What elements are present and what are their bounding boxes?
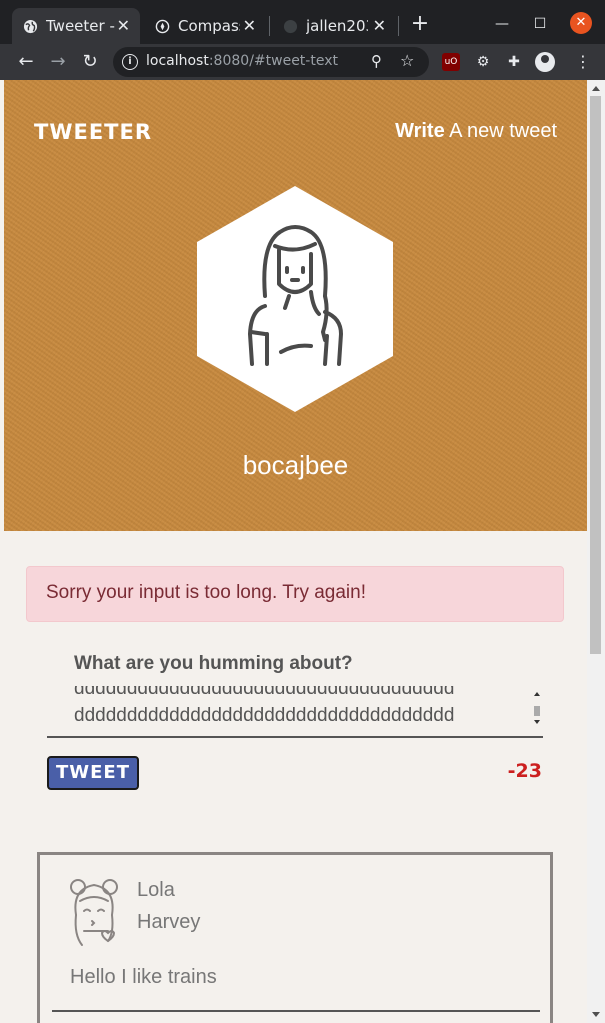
tab-compass[interactable]: Compass ✕	[144, 8, 266, 44]
tweet-text: Hello I like trains	[70, 966, 217, 988]
close-window-button[interactable]: ✕	[570, 12, 592, 34]
close-icon[interactable]: ✕	[117, 16, 130, 35]
tweet-submit-button[interactable]: TWEET	[47, 756, 139, 790]
write-label: Write	[395, 120, 445, 142]
bookmark-star-icon[interactable]: ☆	[400, 51, 414, 70]
tweet-textarea[interactable]: dddddddddddddddddddddddddddddddddddd ddd…	[47, 686, 543, 738]
ublock-icon[interactable]: uO	[442, 53, 460, 71]
globe-icon	[22, 18, 38, 34]
minimize-button[interactable]: —	[490, 12, 514, 36]
error-alert: Sorry your input is too long. Try again!	[26, 566, 564, 622]
url-text: localhost:8080/#tweet-text	[146, 53, 338, 69]
browser-toolbar: ← → ↻ i localhost:8080/#tweet-text ⚲ ☆ u…	[0, 44, 605, 80]
tab-tweeter[interactable]: Tweeter - ✕	[12, 8, 140, 44]
error-message: Sorry your input is too long. Try again!	[46, 582, 366, 603]
maximize-button[interactable]: ☐	[528, 12, 552, 36]
textarea-line: dddddddddddddddddddddddddddddddddddd	[74, 686, 455, 699]
profile-avatar	[195, 184, 395, 418]
zoom-icon[interactable]: ⚲	[371, 52, 382, 70]
menu-kebab-icon[interactable]: ⋮	[575, 51, 591, 73]
tweet-card: Lola Harvey Hello I like trains	[37, 852, 553, 1023]
info-icon[interactable]: i	[122, 54, 138, 70]
tab-divider	[269, 16, 270, 36]
tab-title: jallen203	[306, 17, 368, 35]
tweet-author-last-name: Harvey	[137, 911, 201, 933]
write-subtitle: A new tweet	[444, 120, 557, 142]
tweet-avatar	[68, 875, 124, 955]
back-arrow-icon[interactable]: ←	[14, 50, 38, 74]
gear-icon[interactable]: ⚙	[474, 53, 492, 71]
address-bar[interactable]: i localhost:8080/#tweet-text ⚲ ☆	[113, 47, 429, 77]
tab-github[interactable]: jallen203 ✕	[272, 8, 396, 44]
page-viewport: TWEETER Write A new tweet bocajbee Sorry…	[4, 80, 587, 1023]
profile-avatar-icon[interactable]	[535, 52, 555, 72]
textarea-line: dddddddddddddddddddddddddddddddddddd	[74, 705, 455, 726]
reload-icon[interactable]: ↻	[78, 50, 102, 74]
brand-logo[interactable]: TWEETER	[34, 120, 152, 144]
url-path: :8080/#tweet-text	[208, 53, 338, 69]
new-tab-button[interactable]: +	[408, 12, 432, 36]
compose-prompt-label: What are you humming about?	[74, 653, 353, 674]
extensions-puzzle-icon[interactable]: ✚	[505, 53, 523, 71]
page-scrollbar[interactable]	[587, 80, 605, 1023]
close-icon[interactable]: ✕	[243, 16, 256, 35]
scroll-down-icon[interactable]	[592, 1012, 600, 1017]
scroll-up-icon[interactable]	[592, 86, 600, 91]
tab-title: Compass	[178, 17, 240, 35]
tab-title: Tweeter -	[46, 17, 115, 35]
profile-header: TWEETER Write A new tweet bocajbee	[4, 80, 587, 531]
tab-divider	[398, 16, 399, 36]
compass-icon	[154, 18, 170, 34]
write-new-tweet-link[interactable]: Write A new tweet	[395, 120, 557, 143]
tweet-author-name: Lola Harvey	[137, 874, 200, 938]
browser-tabstrip: Tweeter - ✕ Compass ✕ jallen203 ✕ + — ☐ …	[0, 0, 605, 44]
textarea-scrollbar[interactable]	[533, 690, 541, 730]
character-counter: -23	[507, 760, 542, 782]
tweet-author-first-name: Lola	[137, 879, 175, 901]
profile-username: bocajbee	[242, 450, 349, 480]
tweet-divider	[52, 1010, 540, 1012]
url-host: localhost	[146, 53, 209, 69]
github-icon	[282, 18, 298, 34]
close-icon[interactable]: ✕	[373, 16, 386, 35]
forward-arrow-icon[interactable]: →	[46, 50, 70, 74]
scrollbar-thumb[interactable]	[590, 96, 601, 654]
